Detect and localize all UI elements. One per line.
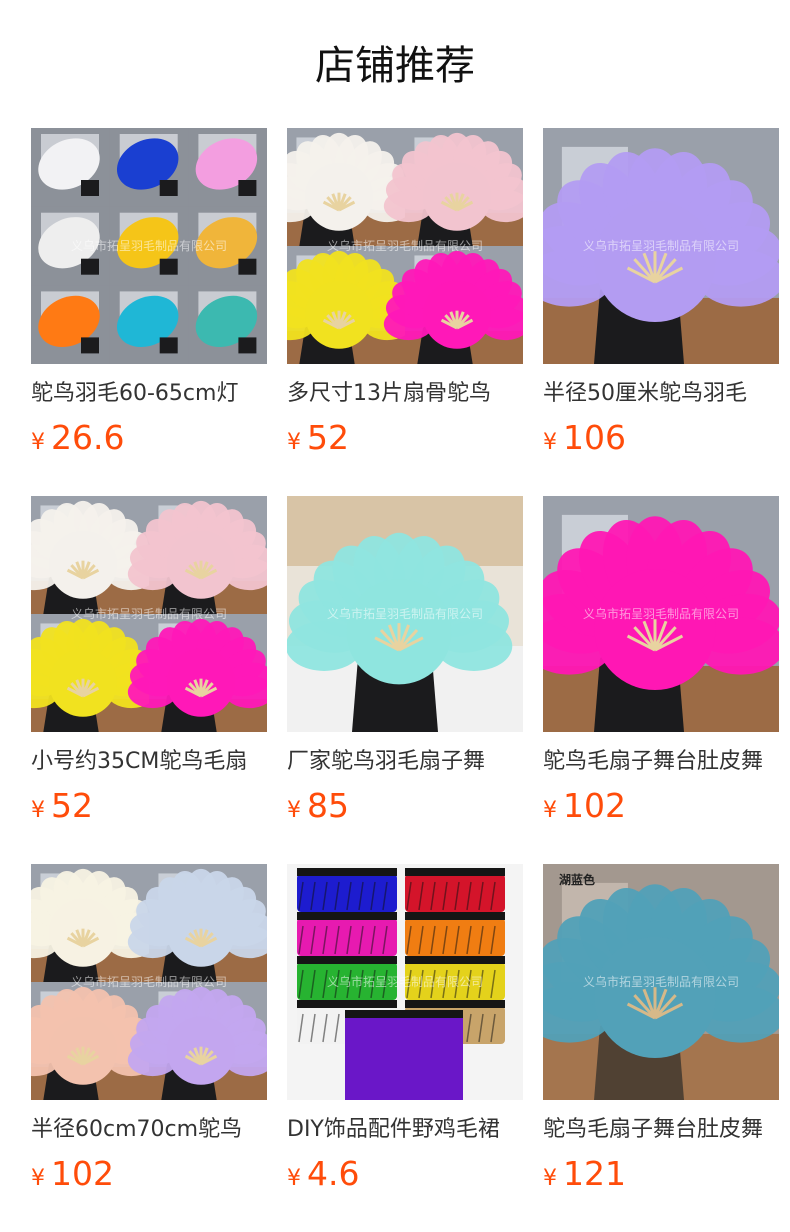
product-image[interactable]: 湖蓝色义乌市拓呈羽毛制品有限公司 xyxy=(543,864,779,1100)
feather-swatch xyxy=(188,128,267,207)
price-value: 106 xyxy=(563,418,626,457)
product-price: ¥4.6 xyxy=(287,1154,359,1194)
feather-swatch xyxy=(188,285,267,364)
price-value: 85 xyxy=(307,786,349,825)
product-card[interactable]: 义乌市拓呈羽毛制品有限公司多尺寸13片扇骨鸵鸟 ¥52 xyxy=(287,128,523,468)
product-image[interactable]: 义乌市拓呈羽毛制品有限公司 xyxy=(543,128,779,364)
watermark-text: 义乌市拓呈羽毛制品有限公司 xyxy=(71,606,227,621)
product-title[interactable]: 厂家鸵鸟羽毛扇子舞 xyxy=(287,744,523,780)
product-image[interactable]: 义乌市拓呈羽毛制品有限公司 xyxy=(287,128,523,364)
product-card[interactable]: 义乌市拓呈羽毛制品有限公司半径50厘米鸵鸟羽毛 ¥106 xyxy=(543,128,779,468)
product-card[interactable]: 义乌市拓呈羽毛制品有限公司鸵鸟羽毛60-65cm灯 ¥26.6 xyxy=(31,128,267,468)
watermark-text: 义乌市拓呈羽毛制品有限公司 xyxy=(71,238,227,253)
product-title[interactable]: DIY饰品配件野鸡毛裙 xyxy=(287,1112,523,1148)
currency-symbol: ¥ xyxy=(543,798,557,823)
product-card[interactable]: 义乌市拓呈羽毛制品有限公司 DIY饰品配件野鸡毛裙 ¥4.6 xyxy=(287,864,523,1204)
currency-symbol: ¥ xyxy=(31,1166,45,1191)
product-card[interactable]: 义乌市拓呈羽毛制品有限公司小号约35CM鸵鸟毛扇 ¥52 xyxy=(31,496,267,836)
product-price: ¥102 xyxy=(31,1154,114,1194)
currency-symbol: ¥ xyxy=(543,1166,557,1191)
price-value: 52 xyxy=(307,418,349,457)
feather-swatch xyxy=(109,285,189,364)
feather-swatch xyxy=(31,128,110,207)
product-price: ¥85 xyxy=(287,786,349,826)
watermark-text: 义乌市拓呈羽毛制品有限公司 xyxy=(583,238,739,253)
product-card[interactable]: 湖蓝色义乌市拓呈羽毛制品有限公司鸵鸟毛扇子舞台肚皮舞 ¥121 xyxy=(543,864,779,1204)
price-value: 102 xyxy=(563,786,626,825)
product-image[interactable]: 义乌市拓呈羽毛制品有限公司 xyxy=(31,128,267,364)
product-price: ¥26.6 xyxy=(31,418,124,458)
currency-symbol: ¥ xyxy=(543,430,557,455)
feather-trim xyxy=(345,1010,463,1100)
feather-trim xyxy=(297,912,397,956)
feather-swatch xyxy=(109,128,189,207)
product-title[interactable]: 半径60cm70cm鸵鸟 xyxy=(31,1112,267,1148)
product-title[interactable]: 鸵鸟羽毛60-65cm灯 xyxy=(31,376,267,412)
product-card[interactable]: 义乌市拓呈羽毛制品有限公司厂家鸵鸟羽毛扇子舞 ¥85 xyxy=(287,496,523,836)
watermark-text: 义乌市拓呈羽毛制品有限公司 xyxy=(327,606,483,621)
color-label: 湖蓝色 xyxy=(559,872,595,887)
watermark-text: 义乌市拓呈羽毛制品有限公司 xyxy=(327,974,483,989)
feather-trim xyxy=(297,868,397,912)
product-image[interactable]: 义乌市拓呈羽毛制品有限公司 xyxy=(287,864,523,1100)
product-title[interactable]: 多尺寸13片扇骨鸵鸟 xyxy=(287,376,523,412)
watermark-text: 义乌市拓呈羽毛制品有限公司 xyxy=(583,606,739,621)
product-title[interactable]: 鸵鸟毛扇子舞台肚皮舞 xyxy=(543,1112,779,1148)
currency-symbol: ¥ xyxy=(287,430,301,455)
currency-symbol: ¥ xyxy=(287,798,301,823)
page-title: 店铺推荐 xyxy=(315,43,475,89)
currency-symbol: ¥ xyxy=(31,798,45,823)
price-value: 52 xyxy=(51,786,93,825)
price-value: 26.6 xyxy=(51,418,125,457)
feather-trim xyxy=(405,912,505,956)
product-price: ¥52 xyxy=(31,786,93,826)
product-card[interactable]: 义乌市拓呈羽毛制品有限公司半径60cm70cm鸵鸟 ¥102 xyxy=(31,864,267,1204)
product-image[interactable]: 义乌市拓呈羽毛制品有限公司 xyxy=(31,864,267,1100)
price-value: 121 xyxy=(563,1154,626,1193)
product-price: ¥102 xyxy=(543,786,626,826)
price-value: 4.6 xyxy=(307,1154,360,1193)
product-image[interactable]: 义乌市拓呈羽毛制品有限公司 xyxy=(543,496,779,732)
currency-symbol: ¥ xyxy=(31,430,45,455)
watermark-text: 义乌市拓呈羽毛制品有限公司 xyxy=(327,238,483,253)
price-value: 102 xyxy=(51,1154,114,1193)
product-card[interactable]: 义乌市拓呈羽毛制品有限公司鸵鸟毛扇子舞台肚皮舞 ¥102 xyxy=(543,496,779,836)
product-image[interactable]: 义乌市拓呈羽毛制品有限公司 xyxy=(287,496,523,732)
product-title[interactable]: 小号约35CM鸵鸟毛扇 xyxy=(31,744,267,780)
feather-trim xyxy=(405,868,505,912)
watermark-text: 义乌市拓呈羽毛制品有限公司 xyxy=(583,974,739,989)
product-price: ¥121 xyxy=(543,1154,626,1194)
currency-symbol: ¥ xyxy=(287,1166,301,1191)
product-image[interactable]: 义乌市拓呈羽毛制品有限公司 xyxy=(31,496,267,732)
product-title[interactable]: 半径50厘米鸵鸟羽毛 xyxy=(543,376,779,412)
watermark-text: 义乌市拓呈羽毛制品有限公司 xyxy=(71,974,227,989)
product-price: ¥106 xyxy=(543,418,626,458)
feather-swatch xyxy=(31,285,110,364)
product-price: ¥52 xyxy=(287,418,349,458)
product-title[interactable]: 鸵鸟毛扇子舞台肚皮舞 xyxy=(543,744,779,780)
